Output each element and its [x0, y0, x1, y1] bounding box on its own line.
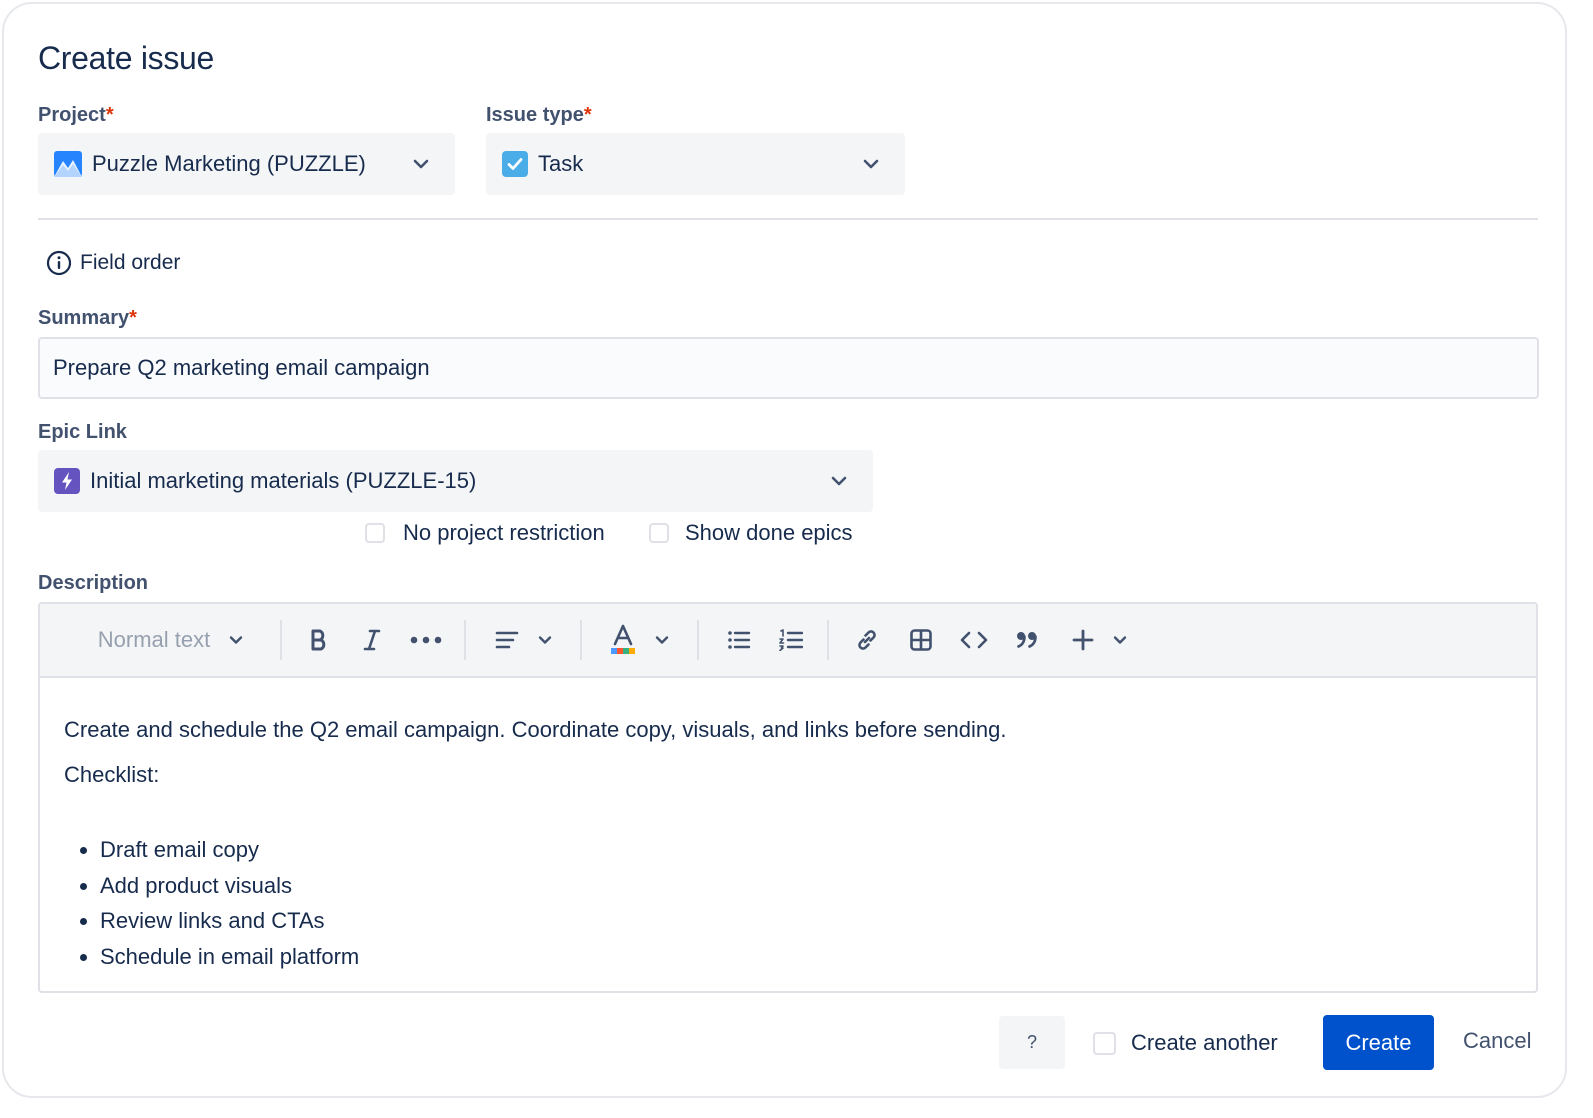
plus-icon [1072, 629, 1094, 651]
align-icon [495, 631, 519, 649]
create-another-label: Create another [1131, 1030, 1278, 1055]
list-item: Review links and CTAs [100, 903, 359, 939]
toolbar-separator [464, 620, 466, 660]
create-another-checkbox[interactable] [1093, 1031, 1116, 1055]
toolbar-separator [580, 620, 582, 660]
text-style-dropdown[interactable]: Normal text [88, 622, 254, 658]
project-select[interactable]: Puzzle Marketing (PUZZLE) [38, 133, 455, 195]
field-order-link[interactable]: Field order [46, 250, 180, 276]
summary-label-text: Summary [38, 307, 130, 329]
alignment-dropdown[interactable] [488, 622, 560, 658]
numbered-list-icon [779, 629, 803, 651]
show-done-epics-checkbox[interactable] [649, 523, 669, 543]
editor-toolbar: Normal text [40, 604, 1536, 678]
checklist-heading: Checklist: [64, 762, 160, 787]
description-intro: Create and schedule the Q2 email campaig… [64, 717, 1007, 742]
table-button[interactable] [904, 622, 938, 658]
description-label: Description [38, 572, 149, 594]
bullet-list-icon [728, 631, 751, 649]
task-checkbox-icon [502, 151, 528, 177]
bold-icon [311, 629, 326, 651]
project-label: Project* [38, 104, 114, 127]
issue-type-label-text: Issue type [486, 104, 584, 126]
text-color-icon [611, 624, 635, 654]
toolbar-separator [697, 620, 699, 660]
info-icon [46, 250, 72, 276]
create-another-option[interactable]: Create another [1093, 1030, 1278, 1056]
epic-link-select[interactable]: Initial marketing materials (PUZZLE-15) [38, 450, 873, 512]
epic-link-label: Epic Link [38, 421, 127, 443]
issue-type-select[interactable]: Task [486, 133, 905, 195]
help-button[interactable]: ? [999, 1016, 1065, 1069]
section-divider [38, 218, 1538, 220]
chevron-down-icon [538, 636, 552, 644]
no-project-restriction-checkbox[interactable] [365, 523, 385, 543]
italic-icon [363, 629, 381, 651]
list-item: Schedule in email platform [100, 939, 359, 975]
dialog-title: Create issue [38, 40, 215, 76]
project-mountain-icon [54, 151, 82, 177]
list-item: Add product visuals [100, 868, 359, 904]
cancel-button[interactable]: Cancel [1463, 1028, 1531, 1054]
required-mark: * [129, 307, 137, 329]
create-button[interactable]: Create [1323, 1015, 1434, 1070]
epic-lightning-icon [54, 468, 80, 494]
show-done-epics-label: Show done epics [685, 520, 853, 545]
project-select-value: Puzzle Marketing (PUZZLE) [92, 151, 366, 176]
create-issue-dialog: Create issue Project* Puzzle Marketing (… [2, 2, 1567, 1098]
checklist: Draft email copy Add product visuals Rev… [64, 832, 359, 974]
quote-icon [1017, 632, 1037, 648]
chevron-down-icon [1113, 636, 1127, 644]
issue-type-label: Issue type* [486, 104, 592, 127]
show-done-epics-option[interactable]: Show done epics [649, 520, 853, 546]
toolbar-separator [827, 620, 829, 660]
no-project-restriction-label: No project restriction [403, 520, 605, 545]
chevron-down-icon [863, 159, 879, 169]
epic-link-select-value: Initial marketing materials (PUZZLE-15) [90, 468, 477, 493]
italic-button[interactable] [355, 622, 389, 658]
toolbar-separator [280, 620, 282, 660]
project-label-text: Project [38, 104, 106, 126]
chevron-down-icon [413, 159, 429, 169]
code-button[interactable] [957, 622, 991, 658]
bullet-list-button[interactable] [722, 622, 756, 658]
text-color-dropdown[interactable] [604, 622, 676, 658]
quote-button[interactable] [1010, 622, 1044, 658]
more-formatting-button[interactable] [406, 622, 446, 658]
code-icon [960, 631, 988, 649]
numbered-list-button[interactable] [774, 622, 808, 658]
link-icon [858, 630, 876, 650]
issue-type-select-value: Task [538, 151, 584, 176]
text-style-value: Normal text [97, 627, 211, 652]
chevron-down-icon [230, 636, 243, 644]
more-icon [410, 636, 442, 644]
table-icon [910, 629, 932, 651]
field-order-label: Field order [80, 251, 181, 274]
required-mark: * [105, 104, 114, 126]
no-project-restriction-option[interactable]: No project restriction [365, 520, 605, 546]
required-mark: * [583, 104, 592, 126]
summary-input-value: Prepare Q2 marketing email campaign [53, 355, 430, 380]
summary-label: Summary* [38, 307, 137, 330]
summary-input[interactable]: Prepare Q2 marketing email campaign [38, 337, 1539, 399]
description-editor[interactable]: Normal text Create and schedule the Q2 e… [38, 602, 1538, 993]
chevron-down-icon [655, 636, 669, 644]
bold-button[interactable] [302, 622, 336, 658]
link-button[interactable] [850, 622, 884, 658]
list-item: Draft email copy [100, 832, 359, 868]
chevron-down-icon [831, 476, 847, 486]
insert-dropdown[interactable] [1064, 622, 1136, 658]
